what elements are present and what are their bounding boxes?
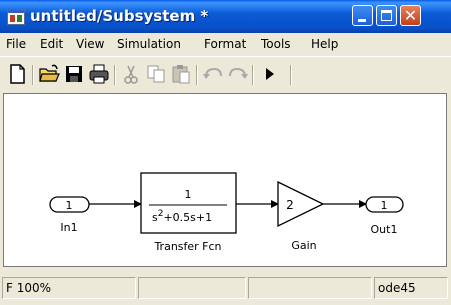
- close-button[interactable]: ✕: [400, 5, 421, 26]
- copy-icon[interactable]: [145, 63, 167, 85]
- menu-simulation[interactable]: Simulation: [117, 37, 181, 51]
- menu-view[interactable]: View: [76, 37, 104, 51]
- save-icon[interactable]: [63, 63, 85, 85]
- status-zoom: 100%: [16, 281, 52, 295]
- print-icon[interactable]: [88, 63, 110, 85]
- close-icon: ✕: [403, 6, 418, 25]
- inport-label: In1: [60, 221, 77, 234]
- inport-number: 1: [66, 199, 73, 212]
- transfer-fcn-numerator: 1: [185, 188, 192, 201]
- simulink-model-icon: [7, 9, 25, 25]
- transfer-fcn-block[interactable]: 1 s2+0.5s+1 Transfer Fcn: [140, 172, 237, 253]
- gain-block[interactable]: 2 Gain: [277, 180, 325, 252]
- minimize-icon: [358, 19, 366, 22]
- open-icon[interactable]: [38, 63, 60, 85]
- outport-block[interactable]: 1 Out1: [365, 196, 404, 236]
- simulink-window: untitled/Subsystem * ✕ File Edit View Si…: [0, 0, 451, 305]
- status-prefix: F: [6, 281, 13, 295]
- menu-bar: File Edit View Simulation Format Tools H…: [0, 33, 451, 55]
- toolbar-separator: [196, 65, 198, 85]
- model-canvas[interactable]: 1 In1 1 s2+0.5s+1 Transfer Fcn 2 Gain 1: [3, 93, 447, 267]
- outport-number: 1: [381, 199, 388, 212]
- status-solver: ode45: [378, 281, 416, 295]
- start-simulation-icon[interactable]: [258, 63, 280, 85]
- menu-edit[interactable]: Edit: [40, 37, 63, 51]
- toolbar-separator: [252, 65, 254, 85]
- undo-icon[interactable]: [202, 63, 224, 85]
- menu-file[interactable]: File: [6, 37, 26, 51]
- gain-value: 2: [286, 198, 294, 212]
- toolbar-separator: [114, 65, 116, 85]
- title-bar[interactable]: untitled/Subsystem * ✕: [0, 0, 451, 33]
- window-title: untitled/Subsystem *: [30, 7, 209, 25]
- status-solver-pane: ode45: [374, 277, 448, 299]
- status-bar: F 100% ode45: [0, 270, 451, 305]
- maximize-button[interactable]: [376, 5, 397, 26]
- status-pane: [248, 277, 372, 299]
- toolbar: [0, 56, 451, 92]
- menu-format[interactable]: Format: [204, 37, 246, 51]
- outport-label: Out1: [371, 223, 398, 236]
- inport-block[interactable]: 1 In1: [49, 196, 90, 234]
- menu-help[interactable]: Help: [311, 37, 338, 51]
- gain-label: Gain: [291, 239, 316, 252]
- toolbar-separator: [32, 65, 34, 85]
- paste-icon[interactable]: [170, 63, 192, 85]
- new-model-icon[interactable]: [6, 63, 28, 85]
- toolbar-separator: [290, 65, 292, 85]
- redo-icon[interactable]: [227, 63, 249, 85]
- status-pane: [138, 277, 246, 299]
- status-zoom-pane: F 100%: [2, 277, 136, 299]
- transfer-fcn-label: Transfer Fcn: [153, 240, 221, 253]
- menu-tools[interactable]: Tools: [261, 37, 291, 51]
- minimize-button[interactable]: [352, 5, 373, 26]
- cut-icon[interactable]: [120, 63, 142, 85]
- maximize-icon: [381, 10, 392, 21]
